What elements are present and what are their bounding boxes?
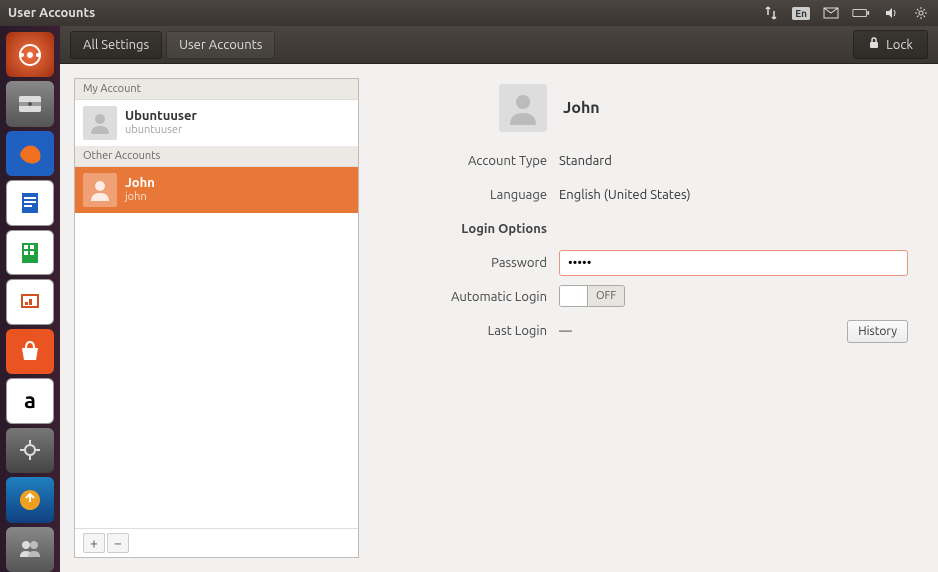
writer-icon[interactable] — [6, 180, 54, 226]
account-row-my[interactable]: Ubuntuuser ubuntuuser — [75, 100, 358, 146]
account-name: Ubuntuuser — [125, 109, 197, 125]
account-type-value[interactable]: Standard — [559, 154, 908, 168]
account-type-label: Account Type — [389, 154, 559, 168]
firefox-icon[interactable] — [6, 131, 54, 176]
account-username: john — [125, 191, 155, 204]
login-options-header: Login Options — [389, 222, 559, 236]
language-label: Language — [389, 188, 559, 202]
avatar-large-icon[interactable] — [499, 84, 547, 132]
breadcrumb: All Settings User Accounts — [70, 31, 275, 59]
user-display-name[interactable]: John — [563, 99, 600, 117]
battery-icon[interactable] — [852, 5, 870, 21]
unity-launcher: a — [0, 26, 60, 572]
updates-icon[interactable] — [6, 477, 54, 522]
language-value[interactable]: English (United States) — [559, 188, 908, 202]
lock-label: Lock — [886, 38, 913, 52]
calc-icon[interactable] — [6, 230, 54, 276]
volume-icon[interactable] — [882, 5, 900, 21]
toggle-knob — [560, 286, 588, 306]
files-icon[interactable] — [6, 81, 54, 126]
detail-panel: John Account Type Standard Language Engl… — [359, 64, 938, 572]
toolbar: All Settings User Accounts Lock — [60, 26, 938, 64]
add-user-button[interactable]: + — [83, 533, 105, 553]
network-icon[interactable] — [762, 5, 780, 21]
auto-login-toggle[interactable]: OFF — [559, 285, 625, 307]
my-account-header: My Account — [75, 79, 358, 100]
user-accounts-button[interactable]: User Accounts — [166, 31, 275, 59]
content-area: My Account Ubuntuuser ubuntuuser Other A… — [60, 64, 938, 572]
auto-login-label: Automatic Login — [389, 290, 559, 304]
account-name: John — [125, 176, 155, 192]
avatar-icon — [83, 173, 117, 207]
settings-icon[interactable] — [6, 428, 54, 473]
accounts-sidebar: My Account Ubuntuuser ubuntuuser Other A… — [74, 78, 359, 558]
remove-user-button[interactable]: − — [107, 533, 129, 553]
lock-icon — [868, 37, 880, 52]
dash-icon[interactable] — [6, 32, 54, 77]
users-icon[interactable] — [6, 527, 54, 572]
title-bar: User Accounts En — [0, 0, 938, 26]
toggle-state: OFF — [588, 286, 624, 306]
gear-icon[interactable] — [912, 5, 930, 21]
window-title: User Accounts — [8, 6, 95, 20]
software-center-icon[interactable] — [6, 329, 54, 374]
last-login-label: Last Login — [389, 324, 559, 338]
all-settings-button[interactable]: All Settings — [70, 31, 162, 59]
lock-button[interactable]: Lock — [853, 30, 928, 59]
mail-icon[interactable] — [822, 5, 840, 21]
other-accounts-header: Other Accounts — [75, 146, 358, 167]
sidebar-footer: + − — [75, 528, 358, 557]
impress-icon[interactable] — [6, 279, 54, 325]
system-tray: En — [762, 5, 930, 21]
password-field[interactable] — [559, 250, 908, 276]
amazon-icon[interactable]: a — [6, 378, 54, 424]
password-label: Password — [389, 256, 559, 270]
language-indicator[interactable]: En — [792, 7, 810, 20]
last-login-value: — — [559, 324, 572, 338]
avatar-icon — [83, 106, 117, 140]
account-row-other[interactable]: John john — [75, 167, 358, 213]
account-username: ubuntuuser — [125, 124, 197, 137]
history-button[interactable]: History — [847, 320, 908, 343]
